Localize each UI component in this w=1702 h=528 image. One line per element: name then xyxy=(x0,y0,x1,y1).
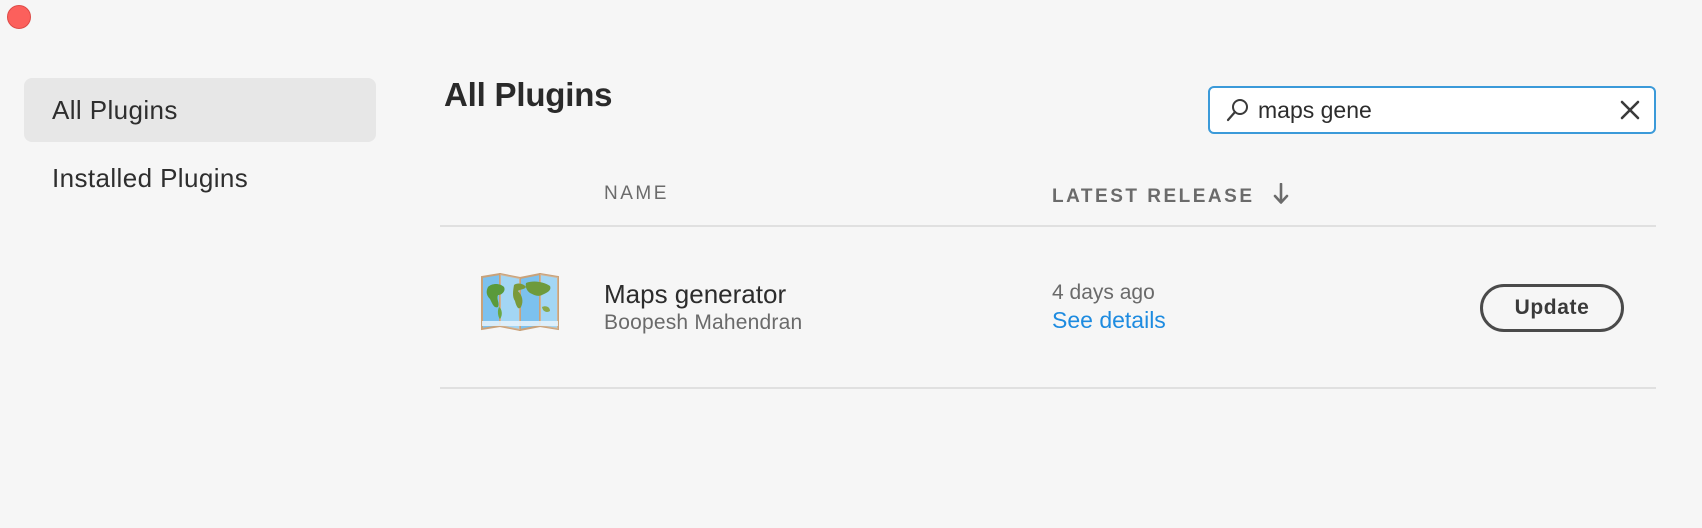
release-time: 4 days ago xyxy=(1052,281,1155,304)
column-header-label: LATEST RELEASE xyxy=(1052,186,1255,207)
table-divider xyxy=(440,387,1656,389)
sidebar-item-installed-plugins[interactable]: Installed Plugins xyxy=(24,146,376,210)
world-map-icon xyxy=(480,272,560,332)
sidebar-item-label: All Plugins xyxy=(52,94,178,125)
column-header-name[interactable]: NAME xyxy=(604,183,669,205)
search-box xyxy=(1208,86,1656,134)
sidebar: All Plugins Installed Plugins xyxy=(24,78,376,210)
plugin-name: Maps generator xyxy=(604,279,787,309)
column-header-latest-release[interactable]: LATEST RELEASE xyxy=(1052,182,1289,211)
clear-search-icon[interactable] xyxy=(1608,88,1652,132)
arrow-down-icon xyxy=(1273,182,1289,211)
sidebar-item-all-plugins[interactable]: All Plugins xyxy=(24,78,376,142)
search-input[interactable] xyxy=(1258,88,1608,132)
page-title: All Plugins xyxy=(444,76,613,113)
see-details-link[interactable]: See details xyxy=(1052,307,1166,334)
table-row: Maps generator Boopesh Mahendran 4 days … xyxy=(440,227,1656,387)
sidebar-item-label: Installed Plugins xyxy=(52,162,249,193)
update-button[interactable]: Update xyxy=(1480,284,1624,332)
plugin-manager-window: All Plugins Installed Plugins All Plugin… xyxy=(0,0,1702,528)
search-icon xyxy=(1218,88,1258,132)
plugin-author: Boopesh Mahendran xyxy=(604,311,803,334)
window-close-button[interactable] xyxy=(7,5,31,29)
